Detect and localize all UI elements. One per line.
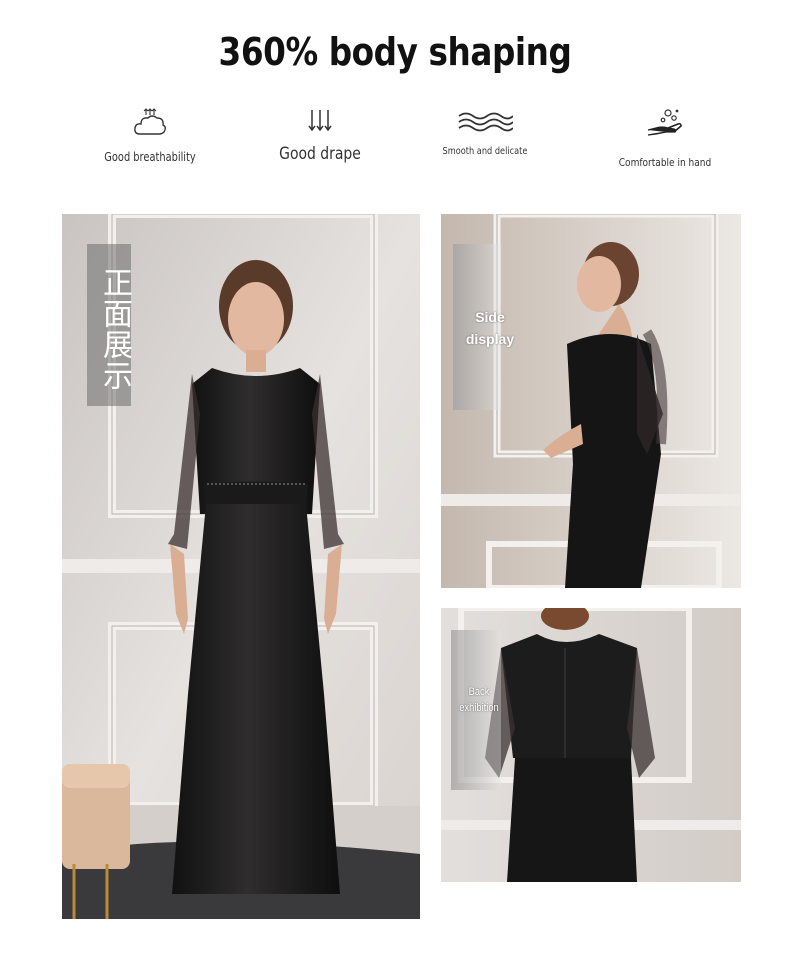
feature-smooth: Smooth and delicate [400, 108, 570, 157]
feature-label: Comfortable in hand [618, 156, 712, 169]
feature-list: Good breathability Good drape Smooth and… [60, 108, 740, 178]
down-arrows-icon [235, 108, 405, 134]
front-view-photo: 正面展示 [62, 214, 420, 919]
feature-breathability: Good breathability [65, 108, 235, 164]
front-display-tag: 正面展示 [87, 244, 132, 406]
page-title: 360% body shaping [218, 30, 572, 74]
feature-drape: Good drape [235, 108, 405, 164]
side-display-label: Side display [465, 309, 515, 347]
side-display-tag: Side display [453, 244, 514, 410]
back-display-label: Back exhibition [459, 686, 499, 714]
breathable-cloud-icon [65, 108, 235, 138]
feature-label: Good drape [279, 144, 361, 164]
side-view-photo: Side display [441, 214, 741, 588]
feature-comfort: Comfortable in hand [580, 108, 750, 169]
back-display-tag: Back exhibition [451, 630, 501, 790]
back-view-photo: Back exhibition [441, 608, 741, 882]
hand-bubbles-icon [580, 108, 750, 140]
feature-label: Smooth and delicate [442, 146, 528, 157]
feature-label: Good breathability [104, 150, 196, 164]
waves-icon [400, 108, 570, 134]
